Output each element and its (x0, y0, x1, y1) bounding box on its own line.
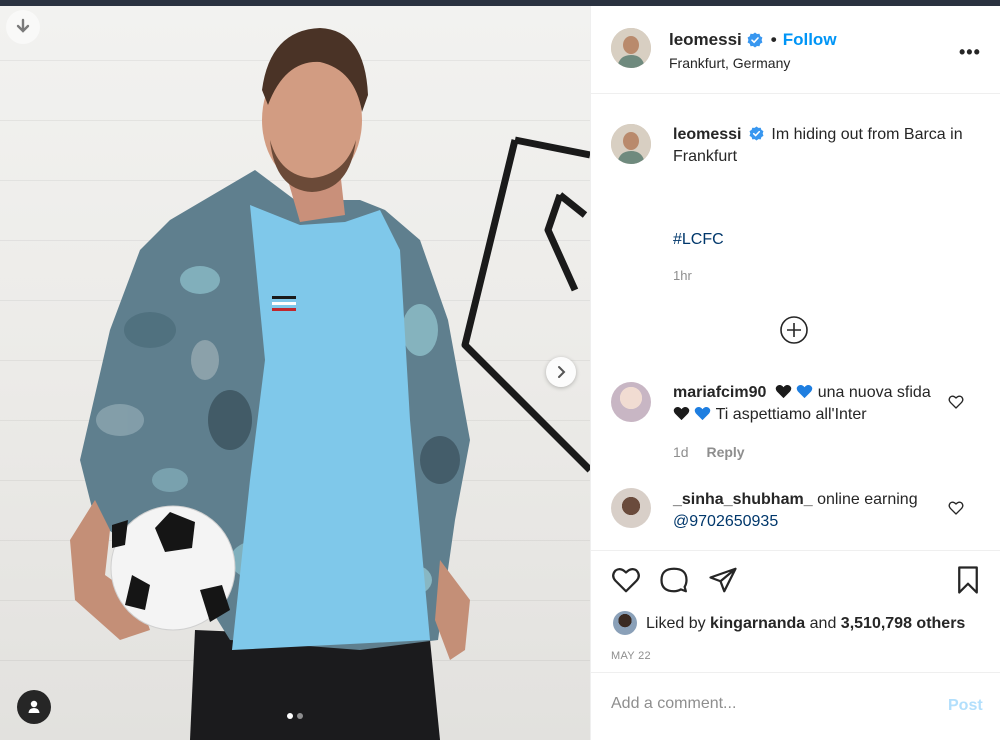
plus-circle-icon (780, 316, 808, 344)
like-button[interactable] (611, 565, 641, 600)
reply-button[interactable]: Reply (706, 444, 744, 460)
comment-text-part-2: Ti aspettiamo all'Inter (715, 406, 867, 423)
likes-summary: Liked by kingarnanda and 3,510,798 other… (646, 615, 965, 633)
author-avatar[interactable] (611, 28, 651, 68)
share-button[interactable] (708, 565, 738, 600)
avatar-image (611, 28, 651, 68)
caption-hashtag[interactable]: #LCFC (673, 231, 724, 249)
black-heart-emoji (775, 384, 792, 399)
comment-input[interactable] (611, 695, 911, 713)
carousel-dot (297, 713, 303, 719)
like-comment-button[interactable] (948, 394, 964, 415)
carousel-indicator (287, 713, 303, 719)
caption-username[interactable]: leomessi (673, 126, 741, 143)
liker-avatar[interactable] (613, 611, 637, 635)
chevron-right-icon (558, 366, 566, 378)
comment-body: _sinha_shubham_ online earning @97026509… (673, 489, 943, 533)
post-comment-button[interactable]: Post (948, 697, 983, 715)
add-comment-bar: Post (591, 672, 1000, 740)
load-more-comments-button[interactable] (779, 315, 809, 345)
likes-connector: and (809, 615, 837, 632)
avatar-image (611, 124, 651, 164)
commenter-avatar[interactable] (611, 488, 651, 528)
share-plane-icon (709, 567, 737, 593)
instagram-post-modal: leomessi • Follow Frankfurt, Germany •••… (0, 0, 1000, 740)
post-location[interactable]: Frankfurt, Germany (669, 55, 790, 71)
post-photo[interactable] (0, 0, 590, 740)
blue-heart-emoji (695, 406, 711, 421)
likes-count[interactable]: 3,510,798 others (841, 615, 966, 632)
comment-button[interactable] (659, 565, 689, 600)
comment-username[interactable]: _sinha_shubham_ (673, 491, 813, 508)
post-caption: leomessi Im hiding out from Barca in Fra… (673, 124, 973, 168)
post-actions-section: Liked by kingarnanda and 3,510,798 other… (591, 550, 1000, 672)
download-button[interactable] (6, 10, 40, 44)
comment-meta: 1d Reply (673, 444, 745, 460)
blue-heart-emoji (797, 384, 813, 399)
verified-badge-icon (747, 32, 763, 48)
comment-mention[interactable]: @9702650935 (673, 513, 778, 530)
heart-icon (948, 395, 964, 409)
comment-username[interactable]: mariafcim90 (673, 384, 766, 401)
header-separator: • (770, 30, 777, 49)
comment-body: mariafcim90 una nuova sfida Ti aspettiam… (673, 382, 943, 426)
verified-badge-icon (749, 126, 764, 141)
bookmark-icon (958, 566, 978, 594)
black-heart-emoji (673, 406, 690, 421)
commenter-avatar[interactable] (611, 382, 651, 422)
like-comment-button[interactable] (948, 500, 964, 521)
likes-prefix: Liked by (646, 615, 706, 632)
save-button[interactable] (953, 565, 983, 600)
heart-icon (612, 568, 640, 593)
tagged-users-button[interactable] (17, 690, 51, 724)
caption-timestamp[interactable]: 1hr (673, 268, 692, 283)
heart-icon (948, 501, 964, 515)
post-date[interactable]: MAY 22 (611, 650, 651, 662)
author-username[interactable]: leomessi (669, 30, 742, 50)
carousel-dot-active (287, 713, 293, 719)
caption-author-avatar[interactable] (611, 124, 651, 164)
follow-button[interactable]: Follow (783, 30, 837, 50)
comment-bubble-icon (660, 567, 688, 593)
comment-age[interactable]: 1d (673, 444, 689, 460)
liker-username[interactable]: kingarnanda (710, 615, 805, 632)
post-header: leomessi • Follow Frankfurt, Germany ••• (591, 6, 1000, 94)
user-tag-icon (28, 700, 40, 713)
download-icon (16, 18, 30, 33)
next-photo-button[interactable] (546, 357, 576, 387)
post-details-panel: leomessi • Follow Frankfurt, Germany •••… (590, 6, 1000, 740)
comment-text-part-1: una nuova sfida (817, 384, 931, 401)
photo-illustration (70, 28, 590, 740)
comment-text: online earning (817, 491, 918, 508)
more-options-button[interactable]: ••• (959, 42, 981, 63)
